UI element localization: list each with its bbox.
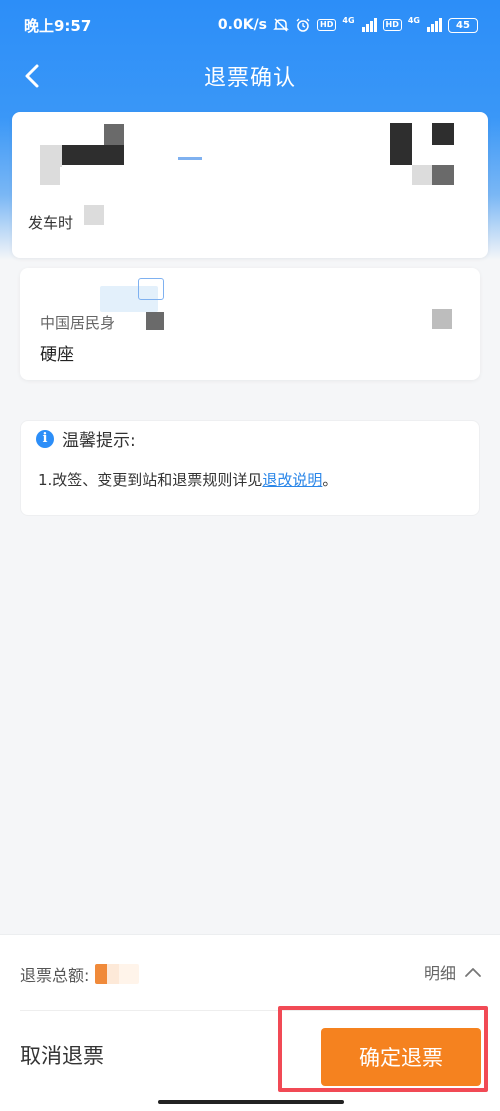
status-bar: 晚上9:57 0.0K/s HD 4G HD 4G 45	[0, 0, 500, 50]
divider	[20, 1010, 480, 1011]
detail-label: 明细	[423, 964, 456, 983]
redaction-mosaic	[412, 165, 432, 185]
back-button[interactable]	[14, 58, 50, 94]
home-indicator	[158, 1100, 344, 1104]
mute-icon	[273, 18, 289, 32]
nav-bar: 退票确认	[0, 52, 500, 100]
redaction-mosaic	[432, 165, 454, 185]
hd-badge-2: HD	[382, 19, 402, 31]
alarm-icon	[296, 18, 310, 32]
train-info-card	[12, 112, 488, 258]
signal-icon	[361, 18, 377, 32]
refund-rules-link[interactable]: 退改说明	[262, 471, 322, 489]
tip-line-text: 1.改签、变更到站和退票规则详见	[38, 471, 263, 489]
id-type-label: 中国居民身	[40, 314, 116, 332]
route-arrow-fragment	[178, 157, 202, 160]
detail-toggle[interactable]: 明细	[424, 960, 482, 984]
page-title: 退票确认	[203, 66, 296, 91]
confirm-refund-button[interactable]: 确定退票	[321, 1028, 481, 1086]
chevron-up-icon	[465, 968, 481, 977]
info-icon: i	[36, 429, 54, 448]
tip-line: 1.改签、变更到站和退票规则详见退改说明。	[38, 469, 337, 490]
redaction-mosaic	[40, 145, 62, 167]
redaction-mosaic	[432, 309, 452, 329]
redaction-mosaic	[146, 312, 164, 330]
network-type-2: 4G	[407, 16, 420, 25]
cancel-refund-button[interactable]: 取消退票	[20, 1040, 104, 1070]
tip-header: i 温馨提示:	[36, 426, 136, 451]
network-type-1: 4G	[342, 16, 355, 25]
redaction-mosaic	[390, 123, 412, 165]
net-speed: 0.0K/s	[217, 17, 268, 33]
departure-time-label: 发车时	[28, 214, 74, 232]
confirm-refund-label: 确定退票	[359, 1046, 443, 1070]
status-time: 晚上9:57	[24, 16, 92, 35]
total-label: 退票总额:	[20, 966, 90, 985]
seat-type-label: 硬座	[40, 345, 74, 365]
hd-badge-1: HD	[317, 19, 337, 31]
battery-icon: 45	[448, 17, 478, 33]
redaction-mosaic	[432, 123, 454, 145]
redaction-mosaic	[104, 124, 124, 145]
tip-line-suffix: 。	[322, 471, 338, 489]
total-row: 退票总额:	[20, 962, 140, 986]
battery-level: 45	[456, 19, 470, 31]
status-icons: 0.0K/s HD 4G HD 4G 45	[218, 17, 478, 33]
redaction-mosaic	[40, 167, 60, 185]
id-type-tag	[138, 278, 164, 300]
chevron-left-icon	[25, 64, 39, 88]
signal-icon	[427, 18, 442, 32]
redaction-mosaic	[84, 205, 104, 225]
redaction-mosaic	[62, 145, 124, 165]
tip-title: 温馨提示:	[62, 431, 136, 451]
total-amount-redacted	[95, 964, 140, 984]
